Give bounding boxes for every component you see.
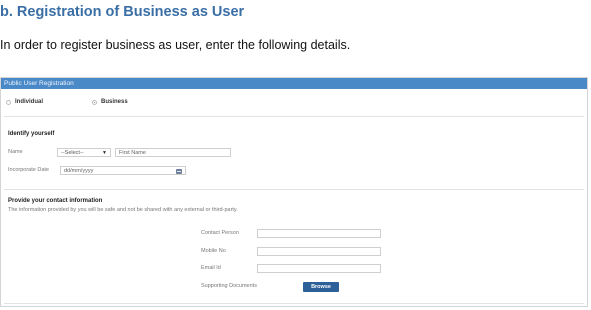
title-select-value: --Select-- (61, 150, 84, 156)
divider (4, 116, 584, 117)
chevron-down-icon: ▼ (102, 150, 107, 156)
divider (4, 303, 584, 304)
contact-section-title: Provide your contact information (8, 198, 103, 204)
title-select[interactable]: --Select-- ▼ (57, 148, 111, 157)
individual-radio-icon[interactable] (6, 99, 11, 105)
calendar-icon[interactable] (176, 168, 182, 174)
incorporate-date-input[interactable]: dd/mm/yyyy (60, 166, 186, 175)
identify-section-title: Identify yourself (8, 131, 55, 137)
intro-text: In order to register business as user, e… (0, 38, 351, 52)
business-radio-icon[interactable] (92, 99, 97, 105)
contact-person-label: Contact Person (201, 230, 239, 236)
registration-panel: Public User Registration Individual Busi… (0, 77, 588, 307)
business-radio-label: Business (101, 99, 128, 105)
section-heading: b. Registration of Business as User (0, 4, 245, 20)
name-label: Name (8, 149, 23, 155)
email-input[interactable] (257, 264, 381, 273)
first-name-placeholder: First Name (119, 150, 146, 156)
first-name-input[interactable]: First Name (115, 148, 231, 157)
incorporate-date-label: Incorporate Date (8, 167, 49, 173)
business-radio-option[interactable]: Business (92, 99, 128, 105)
individual-radio-label: Individual (15, 99, 44, 105)
email-label: Email Id (201, 265, 221, 271)
divider (4, 189, 584, 190)
individual-radio-option[interactable]: Individual (6, 99, 43, 105)
browse-button[interactable]: Browse (303, 282, 339, 292)
panel-header: Public User Registration (1, 78, 587, 89)
contact-person-input[interactable] (257, 229, 381, 238)
privacy-note: The information provided by you will be … (8, 207, 238, 213)
supporting-documents-label: Supporting Documents (201, 283, 257, 289)
mobile-label: Mobile No (201, 248, 226, 254)
mobile-input[interactable] (257, 247, 381, 256)
date-placeholder: dd/mm/yyyy (64, 168, 94, 174)
